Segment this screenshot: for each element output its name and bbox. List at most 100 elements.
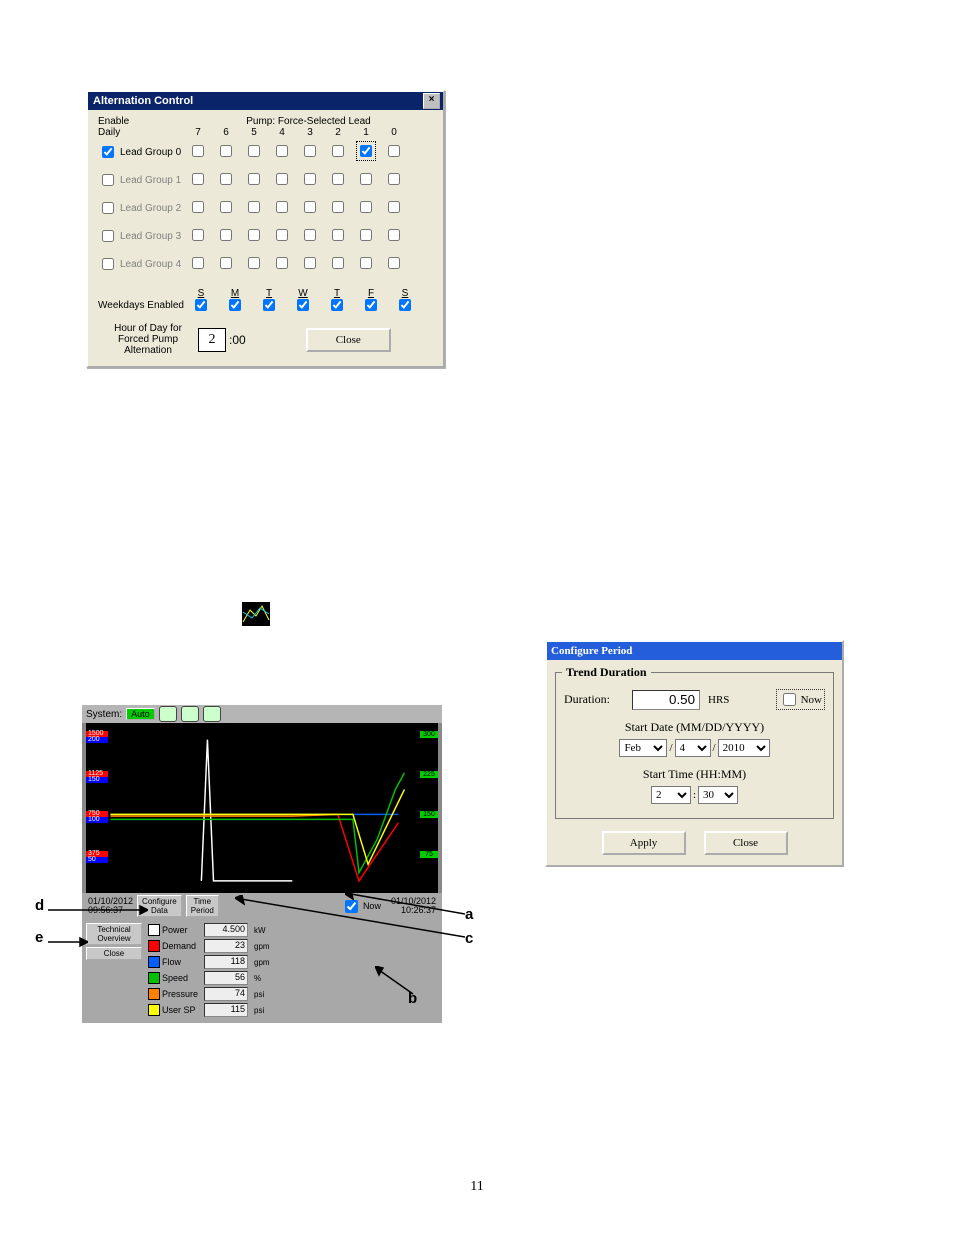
legend-value: 115	[204, 1003, 248, 1017]
pump-lead-checkbox[interactable]	[248, 145, 260, 157]
weekday-cell: S	[184, 288, 218, 311]
arrow-icon	[48, 904, 148, 916]
daily-label: Daily	[98, 127, 184, 138]
weekday-checkbox[interactable]	[229, 299, 241, 311]
weekday-checkbox[interactable]	[297, 299, 309, 311]
pump-lead-checkbox[interactable]	[248, 257, 260, 269]
chart-area: 1500200112515075010037550 30022515075	[86, 723, 438, 893]
window-title: Alternation Control	[91, 95, 423, 107]
now-checkbox[interactable]: Now	[776, 689, 825, 710]
pump-lead-checkbox[interactable]	[360, 201, 372, 213]
weekday-checkbox[interactable]	[365, 299, 377, 311]
pump-lead-checkbox[interactable]	[248, 201, 260, 213]
pump-lead-checkbox[interactable]	[276, 145, 288, 157]
pump-lead-checkbox[interactable]	[192, 257, 204, 269]
lead-group-row: Lead Group 0	[98, 138, 433, 166]
close-button[interactable]: Close	[86, 947, 142, 960]
pump-lead-checkbox[interactable]	[332, 173, 344, 185]
pump-lead-checkbox[interactable]	[304, 257, 316, 269]
minute-select[interactable]: 30	[698, 786, 738, 804]
pump-lead-checkbox[interactable]	[360, 173, 372, 185]
month-select[interactable]: Feb	[619, 739, 667, 757]
auto-button[interactable]: Auto	[126, 708, 155, 720]
weekday-cell: F	[354, 288, 388, 311]
system-label: System:	[86, 709, 122, 720]
arrow-icon	[375, 966, 415, 996]
year-select[interactable]: 2010	[718, 739, 770, 757]
hrs-label: HRS	[708, 694, 729, 706]
pump-lead-checkbox[interactable]	[276, 201, 288, 213]
pump-lead-checkbox[interactable]	[388, 229, 400, 241]
weekday-cell: S	[388, 288, 422, 311]
weekday-cell: T	[252, 288, 286, 311]
pump-lead-checkbox[interactable]	[276, 173, 288, 185]
pump-lead-checkbox[interactable]	[304, 173, 316, 185]
duration-input[interactable]	[632, 690, 700, 710]
lead-group-enable[interactable]: Lead Group 0	[98, 143, 184, 161]
pump-lead-checkbox[interactable]	[276, 257, 288, 269]
pump-lead-checkbox[interactable]	[332, 257, 344, 269]
pump-lead-checkbox[interactable]	[220, 145, 232, 157]
pump-lead-checkbox[interactable]	[220, 257, 232, 269]
pump-lead-checkbox[interactable]	[360, 257, 372, 269]
pump-lead-checkbox[interactable]	[248, 173, 260, 185]
duration-label: Duration:	[564, 692, 624, 707]
pump-lead-checkbox[interactable]	[220, 201, 232, 213]
legend-unit: %	[254, 974, 270, 983]
legend-item[interactable]: User SP	[148, 1004, 198, 1016]
pump-icon	[181, 706, 199, 722]
pump-lead-checkbox[interactable]	[388, 145, 400, 157]
legend-item[interactable]: Demand	[148, 940, 198, 952]
pump-lead-checkbox[interactable]	[304, 201, 316, 213]
pump-lead-checkbox[interactable]	[304, 229, 316, 241]
lead-group-row: Lead Group 3	[98, 222, 433, 250]
pump-lead-checkbox[interactable]	[388, 201, 400, 213]
pump-lead-checkbox[interactable]	[332, 201, 344, 213]
pump-lead-checkbox[interactable]	[220, 173, 232, 185]
start-time-label: Start Time (HH:MM)	[564, 767, 825, 782]
legend-value: 118	[204, 955, 248, 969]
pump-lead-checkbox[interactable]	[360, 229, 372, 241]
day-select[interactable]: 4	[675, 739, 711, 757]
lead-group-enable[interactable]: Lead Group 1	[98, 171, 184, 189]
pump-lead-checkbox[interactable]	[192, 229, 204, 241]
hour-select[interactable]: 2	[651, 786, 691, 804]
legend-item[interactable]: Speed	[148, 972, 198, 984]
hour-input[interactable]	[198, 328, 226, 352]
weekday-checkbox[interactable]	[195, 299, 207, 311]
pump-lead-checkbox[interactable]	[360, 145, 372, 157]
apply-button[interactable]: Apply	[602, 831, 686, 855]
weekday-checkbox[interactable]	[331, 299, 343, 311]
weekday-checkbox[interactable]	[399, 299, 411, 311]
pump-lead-checkbox[interactable]	[276, 229, 288, 241]
lead-group-row: Lead Group 1	[98, 166, 433, 194]
close-button[interactable]: Close	[704, 831, 788, 855]
pump-lead-checkbox[interactable]	[192, 173, 204, 185]
lead-group-enable[interactable]: Lead Group 4	[98, 255, 184, 273]
pump-lead-checkbox[interactable]	[388, 173, 400, 185]
pump-icon	[203, 706, 221, 722]
pump-lead-checkbox[interactable]	[192, 145, 204, 157]
legend-item[interactable]: Power	[148, 924, 198, 936]
weekday-checkbox[interactable]	[263, 299, 275, 311]
pump-lead-checkbox[interactable]	[220, 229, 232, 241]
pump-lead-checkbox[interactable]	[192, 201, 204, 213]
lead-group-enable[interactable]: Lead Group 3	[98, 227, 184, 245]
close-button[interactable]: Close	[306, 328, 391, 352]
pump-lead-checkbox[interactable]	[332, 145, 344, 157]
pump-lead-checkbox[interactable]	[388, 257, 400, 269]
legend-item[interactable]: Flow	[148, 956, 198, 968]
arrow-icon	[235, 895, 465, 940]
lead-group-row: Lead Group 4	[98, 250, 433, 278]
chart-thumbnail-icon	[242, 602, 270, 626]
time-period-button[interactable]: Time Period	[186, 895, 219, 917]
pump-lead-checkbox[interactable]	[332, 229, 344, 241]
pump-lead-checkbox[interactable]	[248, 229, 260, 241]
legend-item[interactable]: Pressure	[148, 988, 198, 1000]
configure-period-window: Configure Period Trend Duration Duration…	[545, 640, 844, 867]
pump-lead-checkbox[interactable]	[304, 145, 316, 157]
technical-overview-button[interactable]: Technical Overview	[86, 923, 142, 945]
lead-group-enable[interactable]: Lead Group 2	[98, 199, 184, 217]
close-icon[interactable]: ×	[423, 93, 440, 109]
legend-value: 23	[204, 939, 248, 953]
